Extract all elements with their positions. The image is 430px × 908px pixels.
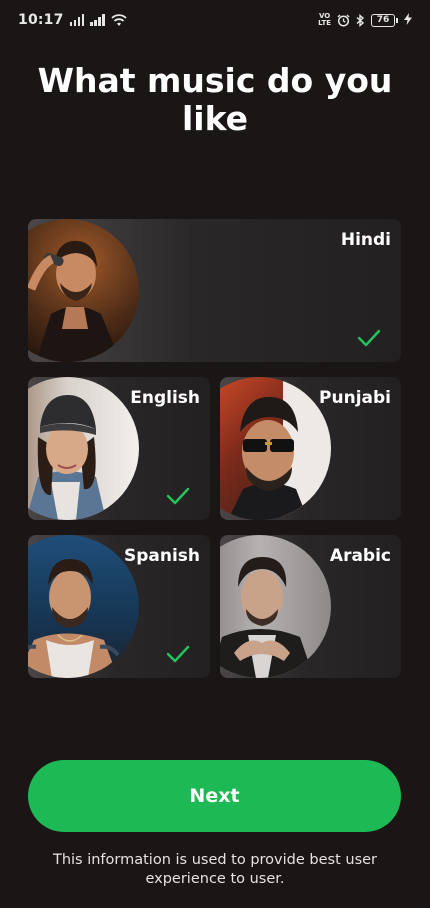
music-preference-screen: 10:17 VO LTE 76 What music do you like H… (0, 0, 430, 908)
next-button[interactable]: Next (28, 760, 401, 832)
artist-avatar (28, 377, 139, 520)
check-icon (166, 645, 190, 663)
artist-avatar (28, 535, 139, 678)
status-bar: 10:17 VO LTE 76 (0, 0, 430, 40)
language-label-punjabi: Punjabi (319, 388, 391, 408)
info-text: This information is used to provide best… (52, 852, 378, 887)
check-icon (357, 329, 381, 347)
battery-level: 76 (371, 13, 395, 27)
language-card-spanish[interactable]: Spanish (28, 535, 210, 678)
signal-icon-2 (90, 14, 105, 26)
language-label-spanish: Spanish (123, 546, 200, 566)
language-label-arabic: Arabic (329, 546, 391, 566)
artist-avatar (28, 219, 139, 362)
page-title: What music do you like (37, 61, 393, 138)
volte-icon: VO LTE (318, 13, 331, 27)
signal-icon (69, 14, 85, 26)
bluetooth-icon (356, 13, 365, 27)
language-label-hindi: Hindi (340, 230, 391, 250)
battery-icon: 76 (371, 13, 398, 27)
language-card-punjabi[interactable]: Punjabi (220, 377, 401, 520)
status-time: 10:17 (18, 12, 64, 28)
status-left: 10:17 (18, 12, 127, 28)
wifi-icon (110, 13, 127, 27)
language-card-english[interactable]: English (28, 377, 210, 520)
alarm-icon (337, 14, 350, 27)
status-right: VO LTE 76 (318, 12, 412, 28)
check-icon (166, 487, 190, 505)
language-label-english: English (130, 388, 200, 408)
volte-label-bottom: LTE (318, 19, 331, 27)
artist-avatar (220, 535, 331, 678)
language-card-arabic[interactable]: Arabic (220, 535, 401, 678)
artist-avatar (220, 377, 331, 520)
charging-icon (404, 12, 412, 28)
language-card-hindi[interactable]: Hindi (28, 219, 401, 362)
